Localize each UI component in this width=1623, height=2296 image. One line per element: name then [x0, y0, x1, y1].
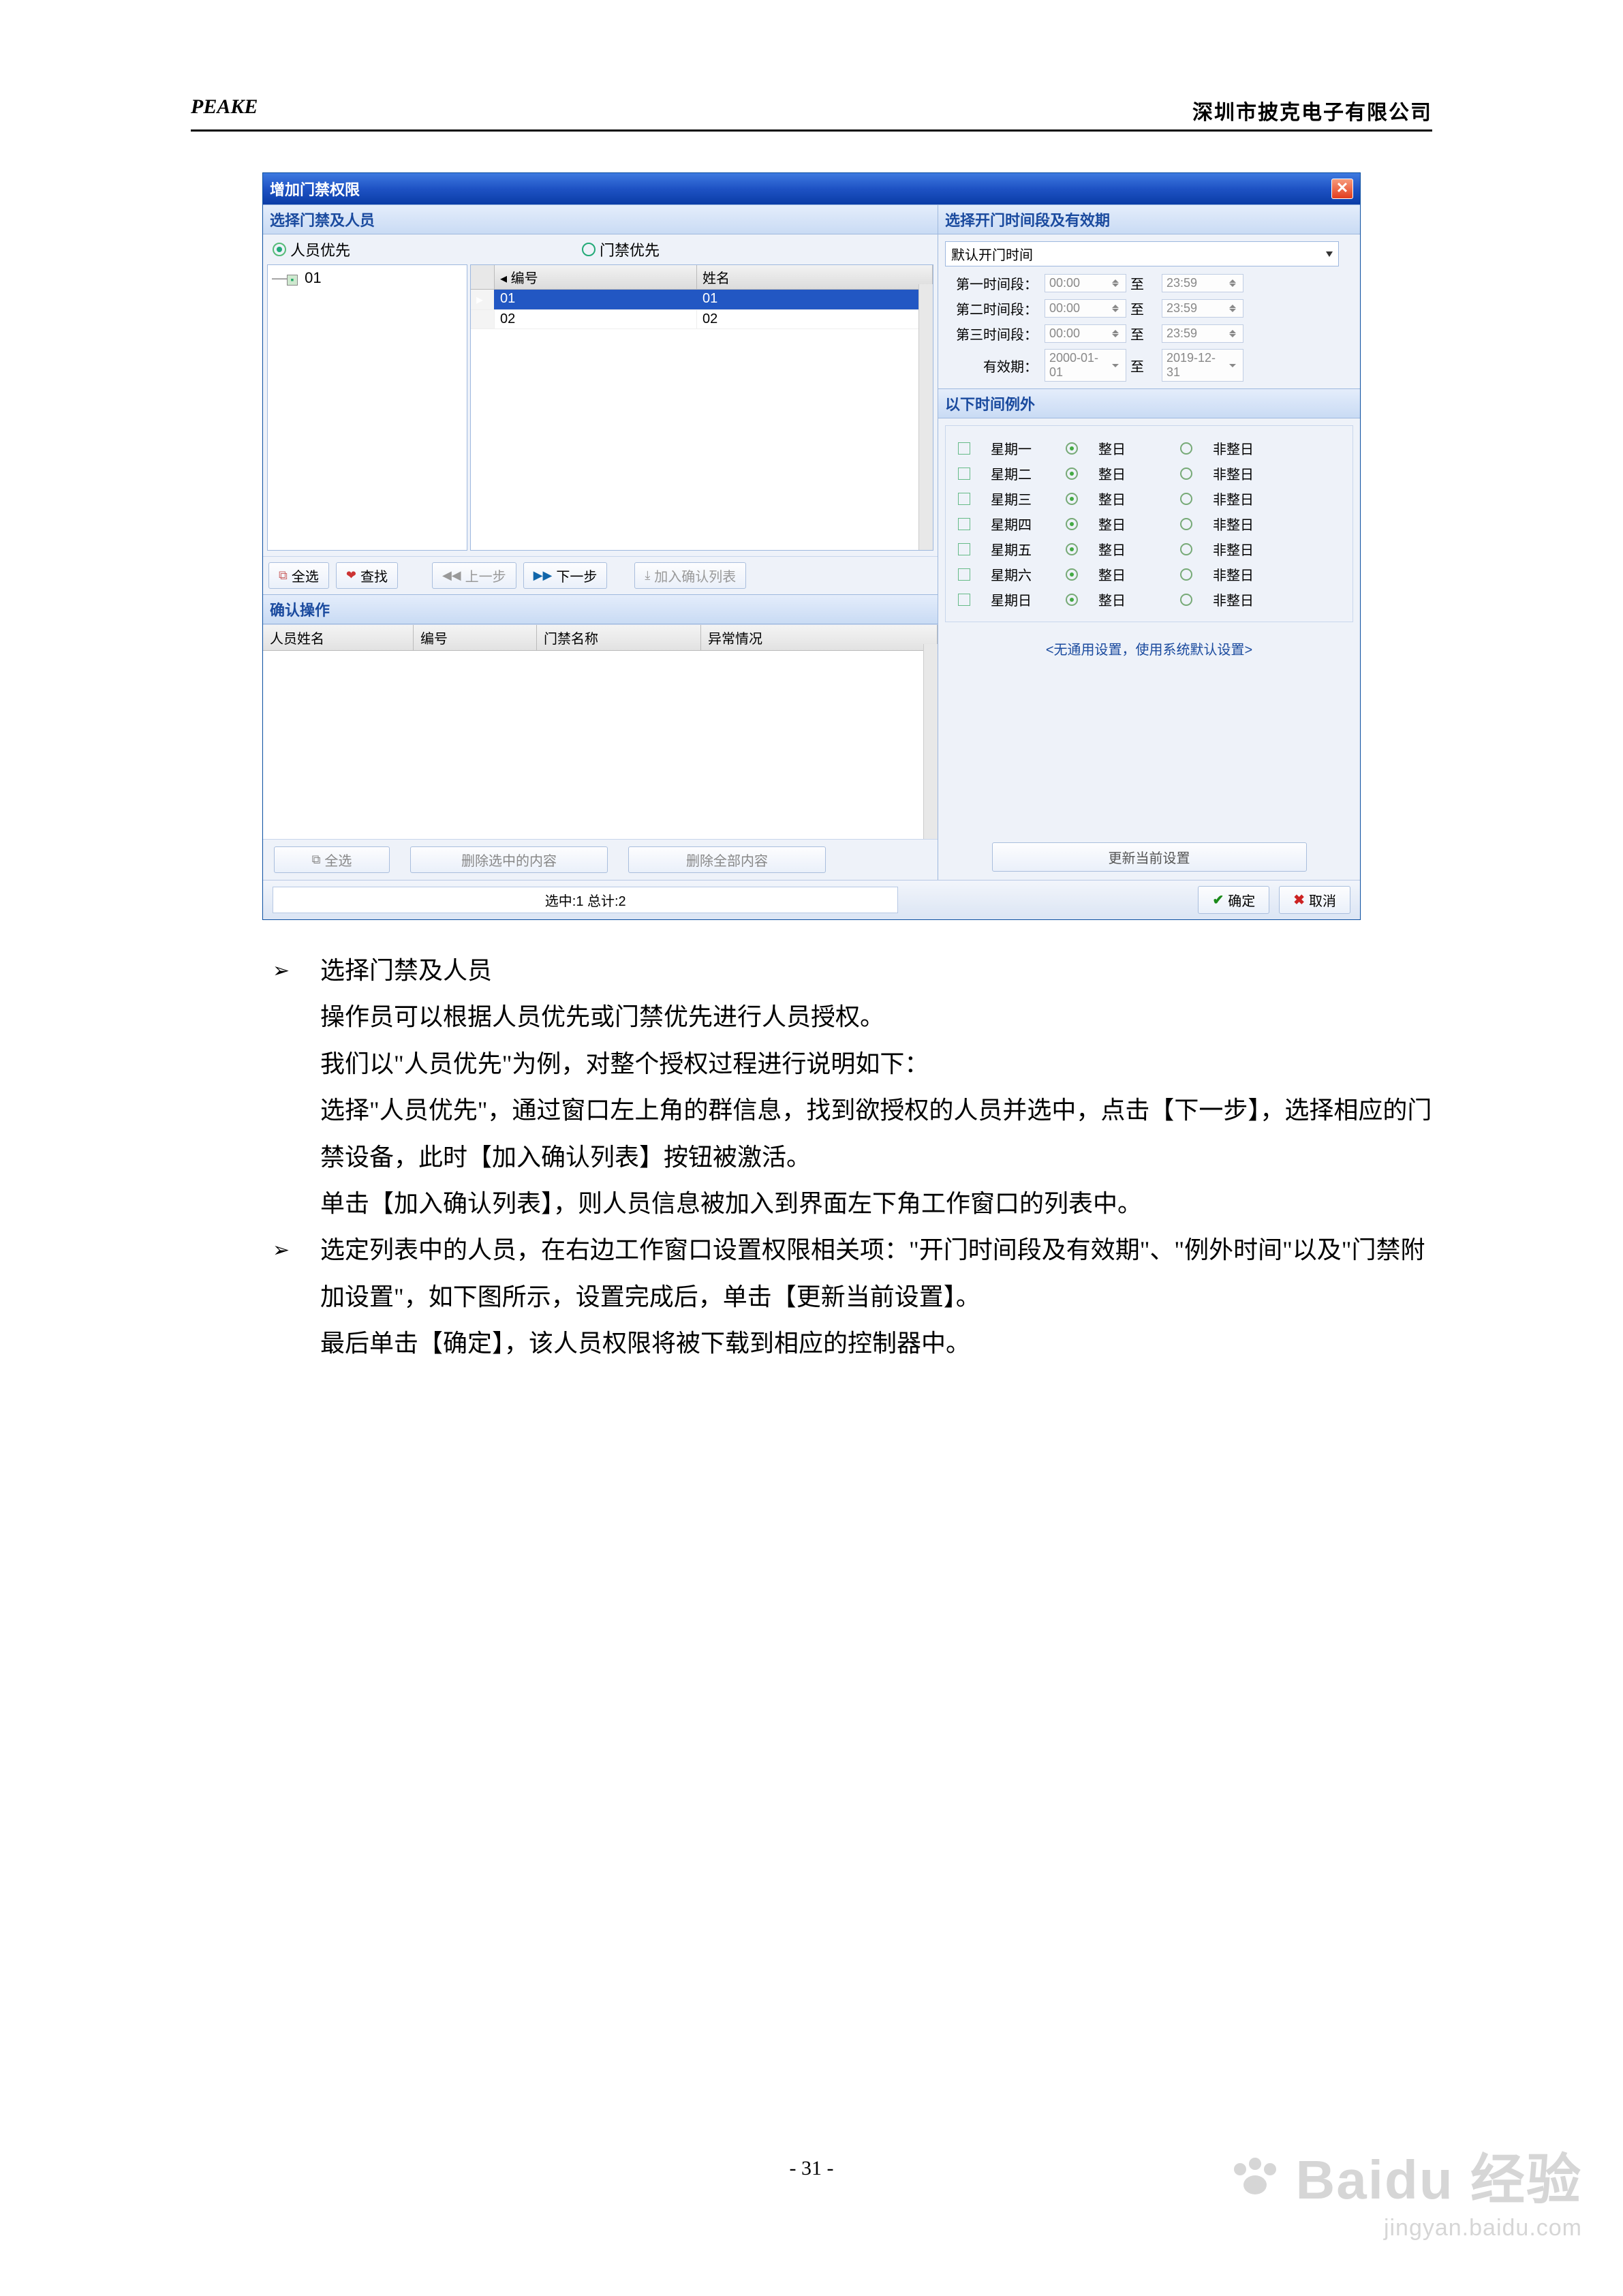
section-confirm: 确认操作 [263, 594, 938, 624]
watermark: Baidu 经验 jingyan.baidu.com [1231, 2136, 1582, 2241]
delete-all-button[interactable]: 删除全部内容 [628, 846, 826, 873]
cancel-button[interactable]: ✖ 取消 [1279, 886, 1350, 914]
label-time1: 第一时间段： [945, 273, 1040, 293]
day-row: 星期二整日非整日 [958, 461, 1340, 486]
time2-end[interactable]: 23:59 [1162, 299, 1243, 318]
ok-button[interactable]: ✔ 确定 [1198, 886, 1269, 914]
find-button[interactable]: ❤查找 [336, 562, 398, 589]
col-id[interactable]: ◂ 编号 [495, 265, 697, 289]
select-all-button[interactable]: ⧉全选 [268, 562, 329, 589]
check-sun[interactable] [958, 594, 970, 606]
check-fri[interactable] [958, 543, 970, 555]
day-row: 星期三整日非整日 [958, 486, 1340, 511]
col-door-name[interactable]: 门禁名称 [537, 625, 701, 650]
check-sat[interactable] [958, 568, 970, 581]
bullet-icon: ➢ [273, 1227, 320, 1320]
section-except: 以下时间例外 [938, 388, 1360, 418]
grid-corner [471, 265, 495, 289]
radio-full-icon[interactable] [1066, 442, 1078, 455]
day-exception-group: 星期一整日非整日 星期二整日非整日 星期三整日非整日 星期四整日非整日 星期五整… [945, 425, 1353, 622]
para: 选择"人员优先"，通过窗口左上角的群信息，找到欲授权的人员并选中，点击【下一步】… [320, 1087, 1432, 1180]
find-icon: ❤ [346, 568, 356, 583]
para: 选定列表中的人员，在右边工作窗口设置权限相关项："开门时间段及有效期"、"例外时… [320, 1227, 1432, 1320]
table-row[interactable]: 02 02 [471, 310, 933, 329]
paw-icon [1231, 2158, 1279, 2199]
check-tue[interactable] [958, 468, 970, 480]
col-person-name[interactable]: 人员姓名 [263, 625, 414, 650]
tree-item[interactable]: ▪ 01 [272, 269, 463, 287]
radio-person-priority[interactable]: 人员优先 [273, 239, 350, 260]
scrollbar[interactable] [918, 284, 933, 550]
check-mon[interactable] [958, 442, 970, 455]
cross-icon: ✖ [1293, 891, 1305, 908]
add-to-list-button[interactable]: ⤓加入确认列表 [634, 562, 746, 589]
time1-start[interactable]: 00:00 [1045, 274, 1126, 292]
bullet1-title: 选择门禁及人员 [320, 947, 1432, 994]
check-wed[interactable] [958, 493, 970, 505]
check-thu[interactable] [958, 518, 970, 530]
chevron-down-icon [1326, 251, 1333, 257]
confirm-select-all-button[interactable]: ⧉全选 [274, 846, 390, 873]
day-row: 星期四整日非整日 [958, 511, 1340, 536]
col-name[interactable]: 姓名 [697, 265, 933, 289]
section-time: 选择开门时间段及有效期 [938, 204, 1360, 234]
para: 我们以"人员优先"为例，对整个授权过程进行说明如下： [320, 1041, 1432, 1087]
tree-node-icon: ▪ [287, 275, 298, 286]
day-row: 星期五整日非整日 [958, 536, 1340, 562]
para: 操作员可以根据人员优先或门禁优先进行人员授权。 [320, 994, 1432, 1040]
open-time-dropdown[interactable]: 默认开门时间 [945, 241, 1339, 266]
col-exception[interactable]: 异常情况 [701, 625, 938, 650]
next-icon: ▶▶ [534, 568, 553, 583]
close-icon[interactable]: ✕ [1331, 179, 1353, 199]
day-row: 星期六整日非整日 [958, 562, 1340, 587]
label-time2: 第二时间段： [945, 299, 1040, 318]
check-icon: ✔ [1212, 891, 1224, 908]
brand-left: PEAKE [191, 95, 258, 125]
body-text: ➢ 选择门禁及人员 操作员可以根据人员优先或门禁优先进行人员授权。 我们以"人员… [273, 947, 1432, 1367]
no-common-setting-note: <无通用设置，使用系统默认设置> [938, 629, 1360, 677]
dialog-add-access: 增加门禁权限 ✕ 选择门禁及人员 人员优先 门禁优先 [262, 172, 1361, 920]
add-icon: ⤓ [645, 568, 650, 583]
dialog-title: 增加门禁权限 [270, 178, 360, 200]
radio-door-priority[interactable]: 门禁优先 [582, 239, 660, 260]
radio-on-icon [273, 243, 286, 256]
para: 单击【加入确认列表】，则人员信息被加入到界面左下角工作窗口的列表中。 [320, 1180, 1432, 1227]
prev-icon: ◀◀ [442, 568, 461, 583]
col-person-id[interactable]: 编号 [414, 625, 537, 650]
valid-to[interactable]: 2019-12-31 [1162, 349, 1243, 382]
label-valid: 有效期： [945, 356, 1040, 376]
confirm-grid[interactable]: 人员姓名 编号 门禁名称 异常情况 [263, 624, 938, 839]
titlebar: 增加门禁权限 ✕ [263, 173, 1360, 204]
radio-off-icon [582, 243, 596, 256]
section-select-people: 选择门禁及人员 [263, 204, 938, 234]
status-bar: 选中:1 总计:2 [273, 887, 898, 913]
valid-from[interactable]: 2000-01-01 [1045, 349, 1126, 382]
prev-button[interactable]: ◀◀上一步 [432, 562, 516, 589]
table-row[interactable]: ▸ 01 01 [471, 290, 933, 310]
time3-end[interactable]: 23:59 [1162, 324, 1243, 343]
select-all-icon: ⧉ [312, 853, 321, 867]
to-label: 至 [1130, 273, 1158, 293]
update-settings-button[interactable]: 更新当前设置 [992, 842, 1307, 872]
page-header: PEAKE 深圳市披克电子有限公司 [191, 95, 1432, 132]
bullet-icon: ➢ [273, 947, 320, 994]
time2-start[interactable]: 00:00 [1045, 299, 1126, 318]
para: 最后单击【确定】，该人员权限将被下载到相应的控制器中。 [320, 1320, 1432, 1366]
label-time3: 第三时间段： [945, 324, 1040, 343]
delete-selected-button[interactable]: 删除选中的内容 [410, 846, 608, 873]
group-tree[interactable]: ▪ 01 [267, 264, 467, 551]
time3-start[interactable]: 00:00 [1045, 324, 1126, 343]
next-button[interactable]: ▶▶下一步 [523, 562, 608, 589]
person-grid[interactable]: ◂ 编号 姓名 ▸ 01 01 02 02 [470, 264, 933, 551]
radio-notfull-icon[interactable] [1180, 442, 1192, 455]
company-right: 深圳市披克电子有限公司 [1192, 95, 1432, 125]
day-row: 星期日整日非整日 [958, 587, 1340, 612]
priority-radios: 人员优先 门禁优先 [263, 234, 938, 264]
day-row: 星期一整日非整日 [958, 435, 1340, 461]
scrollbar[interactable] [923, 644, 938, 839]
time1-end[interactable]: 23:59 [1162, 274, 1243, 292]
select-all-icon: ⧉ [279, 568, 288, 583]
